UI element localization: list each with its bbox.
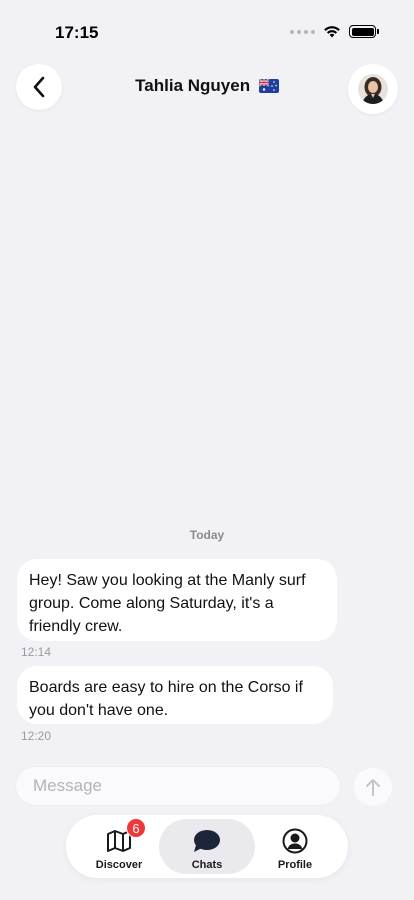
unread-badge: 6: [126, 818, 146, 838]
message-bubble[interactable]: Boards are easy to hire on the Corso if …: [17, 666, 333, 724]
wifi-icon: [324, 26, 340, 38]
message-input[interactable]: [16, 767, 340, 805]
tab-bar: Discover Chats 6 Profile: [66, 815, 348, 878]
contact-avatar-button[interactable]: [348, 64, 398, 114]
message-text: Hey! Saw you looking at the Manly surf g…: [29, 572, 306, 635]
message-bubble[interactable]: Hey! Saw you looking at the Manly surf g…: [17, 559, 337, 641]
tab-label: Profile: [277, 859, 313, 871]
message-timestamp: 12:20: [21, 729, 52, 743]
status-indicators: [290, 25, 379, 38]
chat-header: Tahlia Nguyen: [0, 62, 414, 114]
signal-dots-icon: [290, 29, 315, 34]
tab-profile[interactable]: Profile: [247, 819, 343, 874]
message-text: Boards are easy to hire on the Corso if …: [29, 679, 303, 719]
date-separator: Today: [189, 528, 225, 542]
tab-label: Chats: [191, 859, 223, 871]
tab-label: Discover: [95, 859, 143, 871]
chat-bubble-icon: [193, 827, 221, 855]
person-circle-icon: [281, 827, 309, 855]
status-time: 17:15: [55, 23, 99, 42]
tab-discover[interactable]: Discover: [71, 819, 167, 874]
contact-name: Tahlia Nguyen: [135, 76, 251, 95]
arrow-up-icon: [366, 779, 380, 796]
australia-flag-icon: [258, 78, 279, 98]
avatar: [358, 74, 388, 104]
status-bar: 17:15: [0, 0, 414, 60]
tab-chats[interactable]: Chats: [159, 819, 255, 874]
battery-icon: [349, 25, 379, 38]
message-timestamp: 12:14: [21, 645, 52, 659]
send-button[interactable]: [354, 768, 392, 806]
